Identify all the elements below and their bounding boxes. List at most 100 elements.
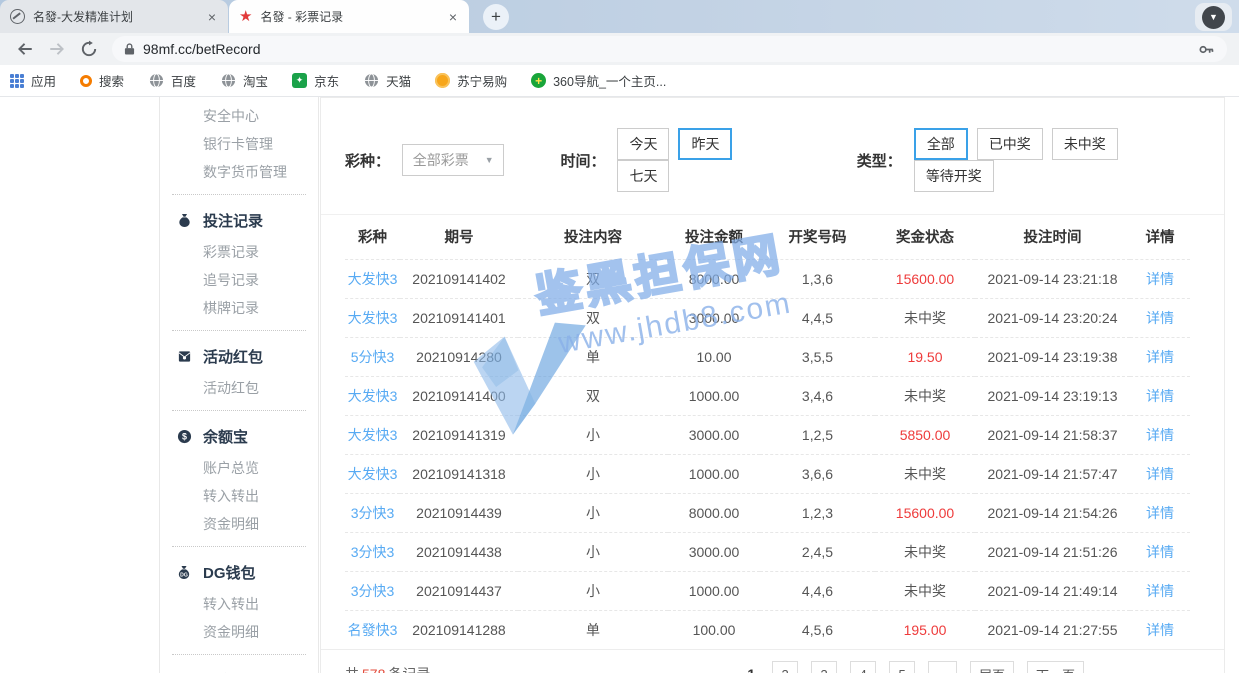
detail-link[interactable]: 详情 — [1146, 466, 1174, 482]
bookmark-item[interactable]: ✦京东 — [292, 71, 339, 90]
cell-status: 195.00 — [875, 610, 975, 649]
cell-numbers: 3,6,6 — [760, 454, 875, 493]
search-icon — [80, 75, 92, 87]
bookmark-item[interactable]: 百度 — [148, 71, 196, 90]
sidebar-item-棋牌记录[interactable]: 棋牌记录 — [160, 294, 318, 322]
sidebar-item-账户总览[interactable]: 账户总览 — [160, 454, 318, 482]
bookmark-item[interactable]: 苏宁易购 — [435, 71, 507, 90]
bookmark-item[interactable]: 搜索 — [80, 71, 124, 90]
type-button-等待开奖[interactable]: 等待开奖 — [914, 160, 994, 192]
cell-amount: 100.00 — [668, 610, 760, 649]
suning-icon — [435, 73, 450, 88]
sidebar-section-余额宝[interactable]: $余额宝 — [160, 419, 318, 454]
detail-link[interactable]: 详情 — [1146, 544, 1174, 560]
key-icon[interactable] — [1198, 41, 1215, 58]
sidebar-section-资金管理[interactable]: ♠资金管理 — [160, 663, 318, 673]
detail-link[interactable]: 详情 — [1146, 388, 1174, 404]
sidebar-section-label: 余额宝 — [203, 426, 248, 447]
column-header-投注时间: 投注时间 — [975, 215, 1130, 259]
profile-chip[interactable]: ▼ — [1195, 3, 1232, 31]
cell-lottery: 5分快3 — [345, 337, 400, 376]
sidebar-item-彩票记录[interactable]: 彩票记录 — [160, 238, 318, 266]
cell-issue: 202109141288 — [400, 610, 518, 649]
sidebar-section-投注记录[interactable]: 投注记录 — [160, 203, 318, 238]
time-button-七天[interactable]: 七天 — [617, 160, 669, 192]
tab-plan[interactable]: 名發-大发精准计划 × — [0, 0, 228, 33]
cell-content: 双 — [518, 259, 668, 298]
sidebar-section-活动红包[interactable]: 活动红包 — [160, 339, 318, 374]
type-button-未中奖[interactable]: 未中奖 — [1052, 128, 1118, 160]
bookmark-item[interactable]: +360导航_一个主页... — [531, 71, 666, 90]
sidebar-item-转入转出[interactable]: 转入转出 — [160, 482, 318, 510]
sidebar-group: ♠资金管理 — [160, 660, 318, 673]
detail-link[interactable]: 详情 — [1146, 622, 1174, 638]
detail-link[interactable]: 详情 — [1146, 583, 1174, 599]
cell-content: 小 — [518, 415, 668, 454]
tab-title: 名發 - 彩票记录 — [260, 8, 438, 25]
page-button-3[interactable]: 3 — [811, 661, 837, 673]
time-button-昨天[interactable]: 昨天 — [678, 128, 732, 160]
filter-bar: 彩种： 全部彩票 ▼ 时间： 今天昨天七天 类型： 全部已中奖未中奖等待开奖 — [321, 98, 1224, 215]
close-icon[interactable]: × — [447, 9, 459, 25]
page-button-2[interactable]: 2 — [772, 661, 798, 673]
cell-amount: 3000.00 — [668, 298, 760, 337]
sidebar-item-银行卡管理[interactable]: 银行卡管理 — [160, 130, 318, 158]
detail-link[interactable]: 详情 — [1146, 427, 1174, 443]
forward-icon[interactable] — [44, 36, 70, 62]
cell-numbers: 4,4,5 — [760, 298, 875, 337]
sidebar-item-资金明细[interactable]: 资金明细 — [160, 510, 318, 538]
column-header-奖金状态: 奖金状态 — [875, 215, 975, 259]
detail-link[interactable]: 详情 — [1146, 505, 1174, 521]
sidebar-item-追号记录[interactable]: 追号记录 — [160, 266, 318, 294]
cell-content: 小 — [518, 493, 668, 532]
sidebar-item-资金明细[interactable]: 资金明细 — [160, 618, 318, 646]
sidebar: 安全中心银行卡管理数字货币管理投注记录彩票记录追号记录棋牌记录活动红包活动红包 $… — [159, 97, 319, 673]
sidebar-group: 投注记录彩票记录追号记录棋牌记录 — [160, 200, 318, 325]
page-buttons: 12345...尾页下一页 — [743, 661, 1084, 673]
page-button-5[interactable]: 5 — [889, 661, 915, 673]
new-tab-button[interactable]: + — [483, 4, 509, 30]
back-icon[interactable] — [12, 36, 38, 62]
bookmark-item[interactable]: 天猫 — [363, 71, 411, 90]
browser-toolbar: 98mf.cc/betRecord — [0, 33, 1239, 65]
cell-lottery: 大发快3 — [345, 376, 400, 415]
sidebar-section-DG钱包[interactable]: DGDG钱包 — [160, 555, 318, 590]
page-next-button[interactable]: 下一页 — [1027, 661, 1084, 673]
refresh-icon[interactable] — [76, 36, 102, 62]
detail-link[interactable]: 详情 — [1146, 349, 1174, 365]
cell-time: 2021-09-14 23:19:38 — [975, 337, 1130, 376]
cell-status: 15600.00 — [875, 493, 975, 532]
cell-lottery: 大发快3 — [345, 259, 400, 298]
table-row: 大发快3202109141318小1000.003,6,6未中奖2021-09-… — [345, 454, 1190, 493]
bookmark-item[interactable]: 应用 — [10, 71, 56, 90]
close-icon[interactable]: × — [206, 9, 218, 25]
detail-link[interactable]: 详情 — [1146, 310, 1174, 326]
table-row: 5分快320210914280单10.003,5,519.502021-09-1… — [345, 337, 1190, 376]
cell-lottery: 大发快3 — [345, 454, 400, 493]
page-ellipsis[interactable]: ... — [928, 661, 957, 673]
type-button-全部[interactable]: 全部 — [914, 128, 968, 160]
cell-detail: 详情 — [1130, 298, 1190, 337]
tab-bet-record[interactable]: ★ 名發 - 彩票记录 × — [229, 0, 469, 33]
bookmark-label: 应用 — [31, 71, 56, 90]
cell-time: 2021-09-14 23:20:24 — [975, 298, 1130, 337]
bookmark-item[interactable]: 淘宝 — [220, 71, 268, 90]
sidebar-item-安全中心[interactable]: 安全中心 — [160, 102, 318, 130]
url-bar[interactable]: 98mf.cc/betRecord — [112, 36, 1227, 62]
page-last-button[interactable]: 尾页 — [970, 661, 1014, 673]
globe-icon — [363, 73, 379, 89]
type-button-已中奖[interactable]: 已中奖 — [977, 128, 1043, 160]
detail-link[interactable]: 详情 — [1146, 271, 1174, 287]
time-button-今天[interactable]: 今天 — [617, 128, 669, 160]
record-total: 共578条记录 — [345, 664, 430, 673]
sidebar-item-数字货币管理[interactable]: 数字货币管理 — [160, 158, 318, 186]
sidebar-item-活动红包[interactable]: 活动红包 — [160, 374, 318, 402]
lottery-select[interactable]: 全部彩票 ▼ — [402, 144, 504, 176]
page-button-4[interactable]: 4 — [850, 661, 876, 673]
red-star-icon: ★ — [239, 9, 252, 24]
total-prefix: 共 — [345, 666, 359, 673]
bookmarks-list: 应用 搜索 百度 淘宝 ✦京东 天猫 苏宁易购 +360导航_一个主页... — [10, 71, 666, 90]
cell-content: 单 — [518, 610, 668, 649]
globe-icon — [148, 73, 164, 89]
sidebar-item-转入转出[interactable]: 转入转出 — [160, 590, 318, 618]
